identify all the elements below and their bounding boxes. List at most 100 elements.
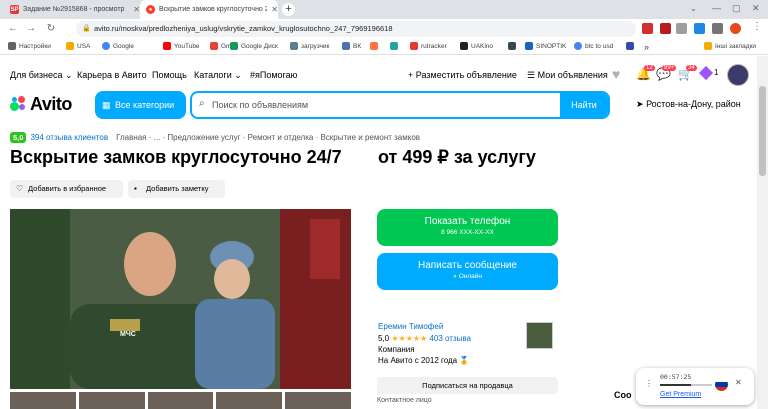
back-icon[interactable]: ← xyxy=(6,22,20,36)
extension-icon[interactable] xyxy=(660,23,671,34)
thumbnail[interactable] xyxy=(285,392,351,409)
more-icon[interactable]: ⋮ xyxy=(645,379,653,388)
nav-i-help[interactable]: #яПомогаю xyxy=(250,70,297,80)
bookmark-icon xyxy=(626,42,634,50)
bookmark-btc[interactable]: btc to usd xyxy=(574,42,613,50)
nav-help[interactable]: Помощь xyxy=(152,70,187,80)
bookmark-vk[interactable]: ВК xyxy=(342,42,361,50)
avito-favicon-icon: ● xyxy=(146,5,155,14)
minimize-icon[interactable]: — xyxy=(712,3,721,13)
bookmark-uakino[interactable]: UAKino xyxy=(460,42,493,50)
download-icon xyxy=(290,42,298,50)
thumbnail[interactable] xyxy=(78,392,145,409)
wallet-icon[interactable] xyxy=(698,65,714,81)
breadcrumb-repair[interactable]: Ремонт и отделка xyxy=(248,133,314,142)
close-tab-icon[interactable]: ✕ xyxy=(133,5,140,14)
browser-tab-avito[interactable]: ● Вскрытие замков круглосуточно 2 ✕ xyxy=(140,0,278,19)
other-bookmarks[interactable]: Інші закладки xyxy=(704,42,756,50)
gmail-icon xyxy=(210,42,218,50)
my-ads-link[interactable]: ☰ Мои объявления xyxy=(527,70,608,81)
sp-favicon-icon: SP xyxy=(10,5,19,14)
tab-search-icon[interactable]: ⌄ xyxy=(690,4,697,13)
extension-icon[interactable] xyxy=(694,23,705,34)
search-input[interactable] xyxy=(212,98,572,112)
reviews-link[interactable]: 394 отзыва клиентов xyxy=(30,133,108,142)
bookmark-icon-only[interactable] xyxy=(390,42,401,50)
bookmark-icon-only[interactable] xyxy=(508,42,519,50)
scrollbar[interactable] xyxy=(757,56,768,409)
breadcrumb-home[interactable]: Главная xyxy=(116,133,146,142)
bookmark-downloader[interactable]: загрузчик xyxy=(290,42,329,50)
bookmark-google-drive[interactable]: Google Диск xyxy=(230,42,278,50)
nav-business[interactable]: Для бизнеса ⌄ xyxy=(10,70,73,81)
bookmark-rutracker[interactable]: rutracker xyxy=(410,42,447,50)
add-to-favorites-button[interactable]: ♡ Добавить в избранное xyxy=(10,180,123,198)
russia-flag-icon[interactable] xyxy=(715,378,728,391)
orders-badge: 34 xyxy=(686,65,697,71)
new-tab-button[interactable]: + xyxy=(282,3,295,16)
seller-reviews-link[interactable]: 403 отзыва xyxy=(429,334,471,343)
bookmark-icon-only[interactable] xyxy=(370,42,381,50)
user-avatar[interactable] xyxy=(727,64,749,86)
bookmark-youtube[interactable]: YouTube xyxy=(163,42,200,50)
extension-icon[interactable] xyxy=(676,23,687,34)
thumbnail[interactable] xyxy=(10,392,76,409)
browser-tab-task[interactable]: SP Задание №2915868 - просмотр ✕ xyxy=(4,0,140,19)
favorites-heart-icon[interactable]: ♥ xyxy=(612,66,620,82)
show-phone-button[interactable]: Показать телефон 8 966 XXX-XX-XX xyxy=(377,209,558,246)
thumbnail[interactable] xyxy=(216,392,283,409)
page-title: Вскрытие замков круглосуточно 24/7 xyxy=(10,147,342,167)
all-categories-button[interactable]: ▦ Все категории xyxy=(95,91,186,119)
extensions-puzzle-icon[interactable] xyxy=(712,23,723,34)
profile-avatar-icon[interactable] xyxy=(730,23,741,34)
bookmark-usa[interactable]: USA xyxy=(66,42,90,50)
flag-extension-icon[interactable] xyxy=(642,23,653,34)
get-premium-link[interactable]: Get Premium xyxy=(660,391,701,398)
notifications-badge: 12 xyxy=(644,65,655,71)
reload-icon[interactable]: ↻ xyxy=(44,22,58,36)
maximize-icon[interactable]: ▢ xyxy=(732,3,741,14)
breadcrumb-services[interactable]: Предложение услуг xyxy=(167,133,240,142)
nav-career[interactable]: Карьера в Авито xyxy=(77,70,147,80)
avito-logo[interactable]: Avito xyxy=(10,94,72,115)
address-bar[interactable]: 🔒 avito.ru/moskva/predlozheniya_uslug/vs… xyxy=(76,21,636,37)
breadcrumb-locks[interactable]: Вскрытие и ремонт замков xyxy=(320,133,420,142)
url-text: avito.ru/moskva/predlozheniya_uslug/vskr… xyxy=(94,24,393,33)
thumbnail[interactable] xyxy=(147,392,214,409)
seller-since: На Авито с 2012 года 🏅 xyxy=(378,356,470,365)
seller-avatar[interactable] xyxy=(526,322,553,349)
scrollbar-thumb[interactable] xyxy=(759,86,766,176)
find-button[interactable]: Найти xyxy=(560,93,608,117)
note-icon: ▪ xyxy=(134,184,137,193)
bookmark-google[interactable]: Google xyxy=(102,42,134,50)
nav-catalogs[interactable]: Каталоги ⌄ xyxy=(194,70,242,81)
bookmark-settings[interactable]: Настройки xyxy=(8,42,51,50)
bookmark-sinoptik[interactable]: SINOPTIK xyxy=(525,42,566,50)
listing-photo[interactable]: МЧС xyxy=(10,209,351,389)
forward-icon[interactable]: → xyxy=(24,22,38,36)
grid-icon: ▦ xyxy=(102,100,111,110)
bookmark-icon-only[interactable] xyxy=(626,42,637,50)
window-close-icon[interactable]: ✕ xyxy=(752,3,760,14)
close-icon[interactable]: ✕ xyxy=(735,378,742,387)
menu-kebab-icon[interactable]: ⋮ xyxy=(752,21,762,32)
region-selector[interactable]: ➤ Ростов-на-Дону, район xyxy=(636,99,741,110)
tab-title: Задание №2915868 - просмотр xyxy=(23,6,125,13)
photo-thumbnails xyxy=(10,392,351,409)
add-note-button[interactable]: ▪ Добавить заметку xyxy=(128,180,225,198)
messages-widget[interactable]: Соо xyxy=(614,390,632,400)
avito-logo-icon xyxy=(10,96,28,112)
bookmarks-overflow-icon[interactable]: » xyxy=(644,42,649,52)
drive-icon xyxy=(230,42,238,50)
list-icon: ☰ xyxy=(527,70,536,80)
bookmark-icon xyxy=(390,42,398,50)
location-pin-icon: ➤ xyxy=(636,99,644,109)
write-message-button[interactable]: Написать сообщение ● Онлайн xyxy=(377,253,558,290)
browser-tab-strip: SP Задание №2915868 - просмотр ✕ ● Вскры… xyxy=(0,0,768,19)
close-tab-icon[interactable]: ✕ xyxy=(271,5,278,14)
subscribe-button[interactable]: Подписаться на продавца xyxy=(377,377,558,394)
online-dot-icon: ● xyxy=(452,273,457,280)
photo-mchs-badge: МЧС xyxy=(120,331,136,338)
post-ad-link[interactable]: + Разместить объявление xyxy=(408,70,517,80)
breadcrumb-ellipsis[interactable]: ... xyxy=(154,133,161,142)
